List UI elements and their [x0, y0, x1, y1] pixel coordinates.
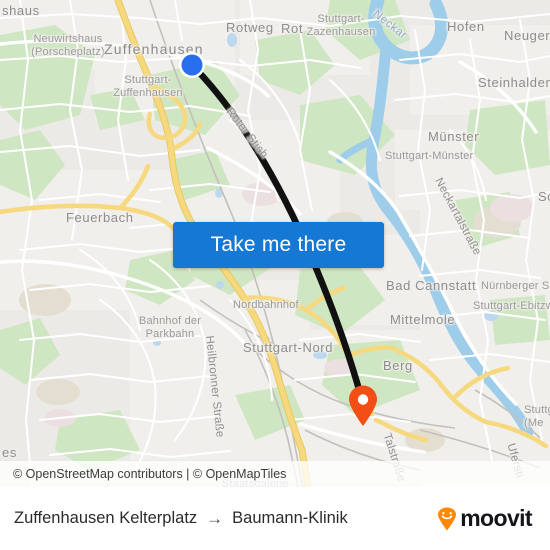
- moovit-pin-icon: [438, 507, 457, 530]
- map-attribution: © OpenStreetMap contributors | © OpenMap…: [0, 461, 550, 487]
- attribution-text: © OpenStreetMap contributors | © OpenMap…: [13, 467, 287, 481]
- footer-bar: Zuffenhausen Kelterplatz → Baumann-Klini…: [0, 487, 550, 550]
- destination-label: Baumann-Klinik: [232, 509, 348, 527]
- route-summary: Zuffenhausen Kelterplatz → Baumann-Klini…: [14, 509, 348, 528]
- take-me-there-button[interactable]: Take me there: [173, 222, 384, 268]
- moovit-logo[interactable]: moovit: [437, 505, 533, 532]
- origin-label: Zuffenhausen Kelterplatz: [14, 509, 198, 527]
- arrow-right-icon: →: [206, 509, 224, 528]
- map-canvas[interactable]: shaus Neuwirtshaus (Porscheplatz) Zuffenha…: [0, 0, 550, 487]
- app-root: shaus Neuwirtshaus (Porscheplatz) Zuffenha…: [0, 0, 550, 550]
- destination-pin[interactable]: [347, 385, 379, 427]
- origin-dot[interactable]: [175, 48, 209, 82]
- take-me-there-label: Take me there: [210, 233, 347, 256]
- moovit-wordmark: moovit: [460, 505, 532, 531]
